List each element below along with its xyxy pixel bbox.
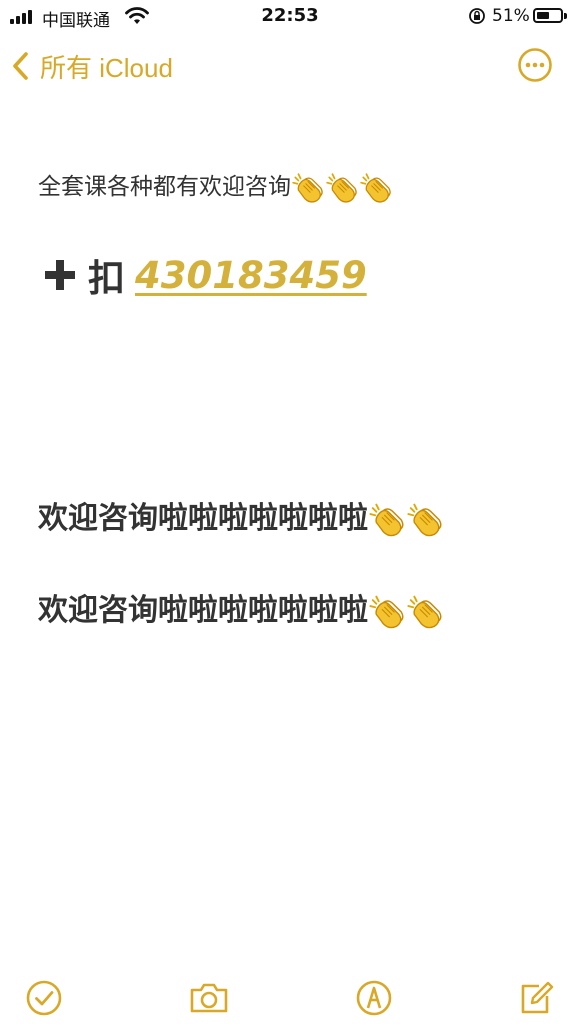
battery-level-fill [537, 12, 549, 19]
phone-number-link[interactable]: 430183459 [135, 254, 367, 297]
clapping-hands-icon [326, 172, 357, 203]
markup-icon[interactable] [354, 978, 394, 1018]
back-button[interactable]: 所有 iCloud [10, 48, 173, 84]
note-line-1-text: 全套课各种都有欢迎咨询 [38, 174, 291, 200]
battery-icon [533, 8, 567, 23]
note-line-4-text: 欢迎咨询啦啦啦啦啦啦啦 [38, 593, 368, 628]
clapping-hands-icon [407, 595, 442, 628]
note-line-4[interactable]: 欢迎咨询啦啦啦啦啦啦啦 [38, 585, 560, 631]
ellipsis-circle-icon[interactable] [517, 47, 553, 83]
note-line-3[interactable]: 欢迎咨询啦啦啦啦啦啦啦 [38, 493, 560, 539]
clapping-hands-icons [368, 501, 444, 536]
clapping-hands-icons [291, 172, 393, 203]
note-line-2-prefix: 扣 [88, 257, 125, 300]
notes-screen: 中国联通 22:53 51% 所有 iCloud 全套课各种都有欢迎咨询 扣 4… [0, 0, 580, 1032]
note-line-3-text: 欢迎咨询啦啦啦啦啦啦啦 [38, 501, 368, 536]
clapping-hands-icons [368, 593, 444, 628]
status-bar: 中国联通 22:53 51% [0, 0, 580, 34]
orientation-lock-icon [469, 8, 485, 24]
clapping-hands-icon [369, 503, 404, 536]
clapping-hands-icon [292, 172, 323, 203]
chevron-left-icon [13, 52, 28, 80]
note-line-1[interactable]: 全套课各种都有欢迎咨询 [38, 167, 560, 205]
checklist-icon[interactable] [24, 978, 64, 1018]
battery-percent: 51% [492, 6, 530, 26]
compose-icon[interactable] [517, 978, 557, 1018]
plus-icon [45, 260, 75, 290]
camera-icon[interactable] [188, 978, 230, 1018]
clapping-hands-icon [407, 503, 442, 536]
clapping-hands-icon [360, 172, 391, 203]
note-line-2[interactable]: 扣 430183459 [38, 248, 560, 302]
clapping-hands-icon [369, 595, 404, 628]
back-label: 所有 iCloud [40, 52, 173, 83]
